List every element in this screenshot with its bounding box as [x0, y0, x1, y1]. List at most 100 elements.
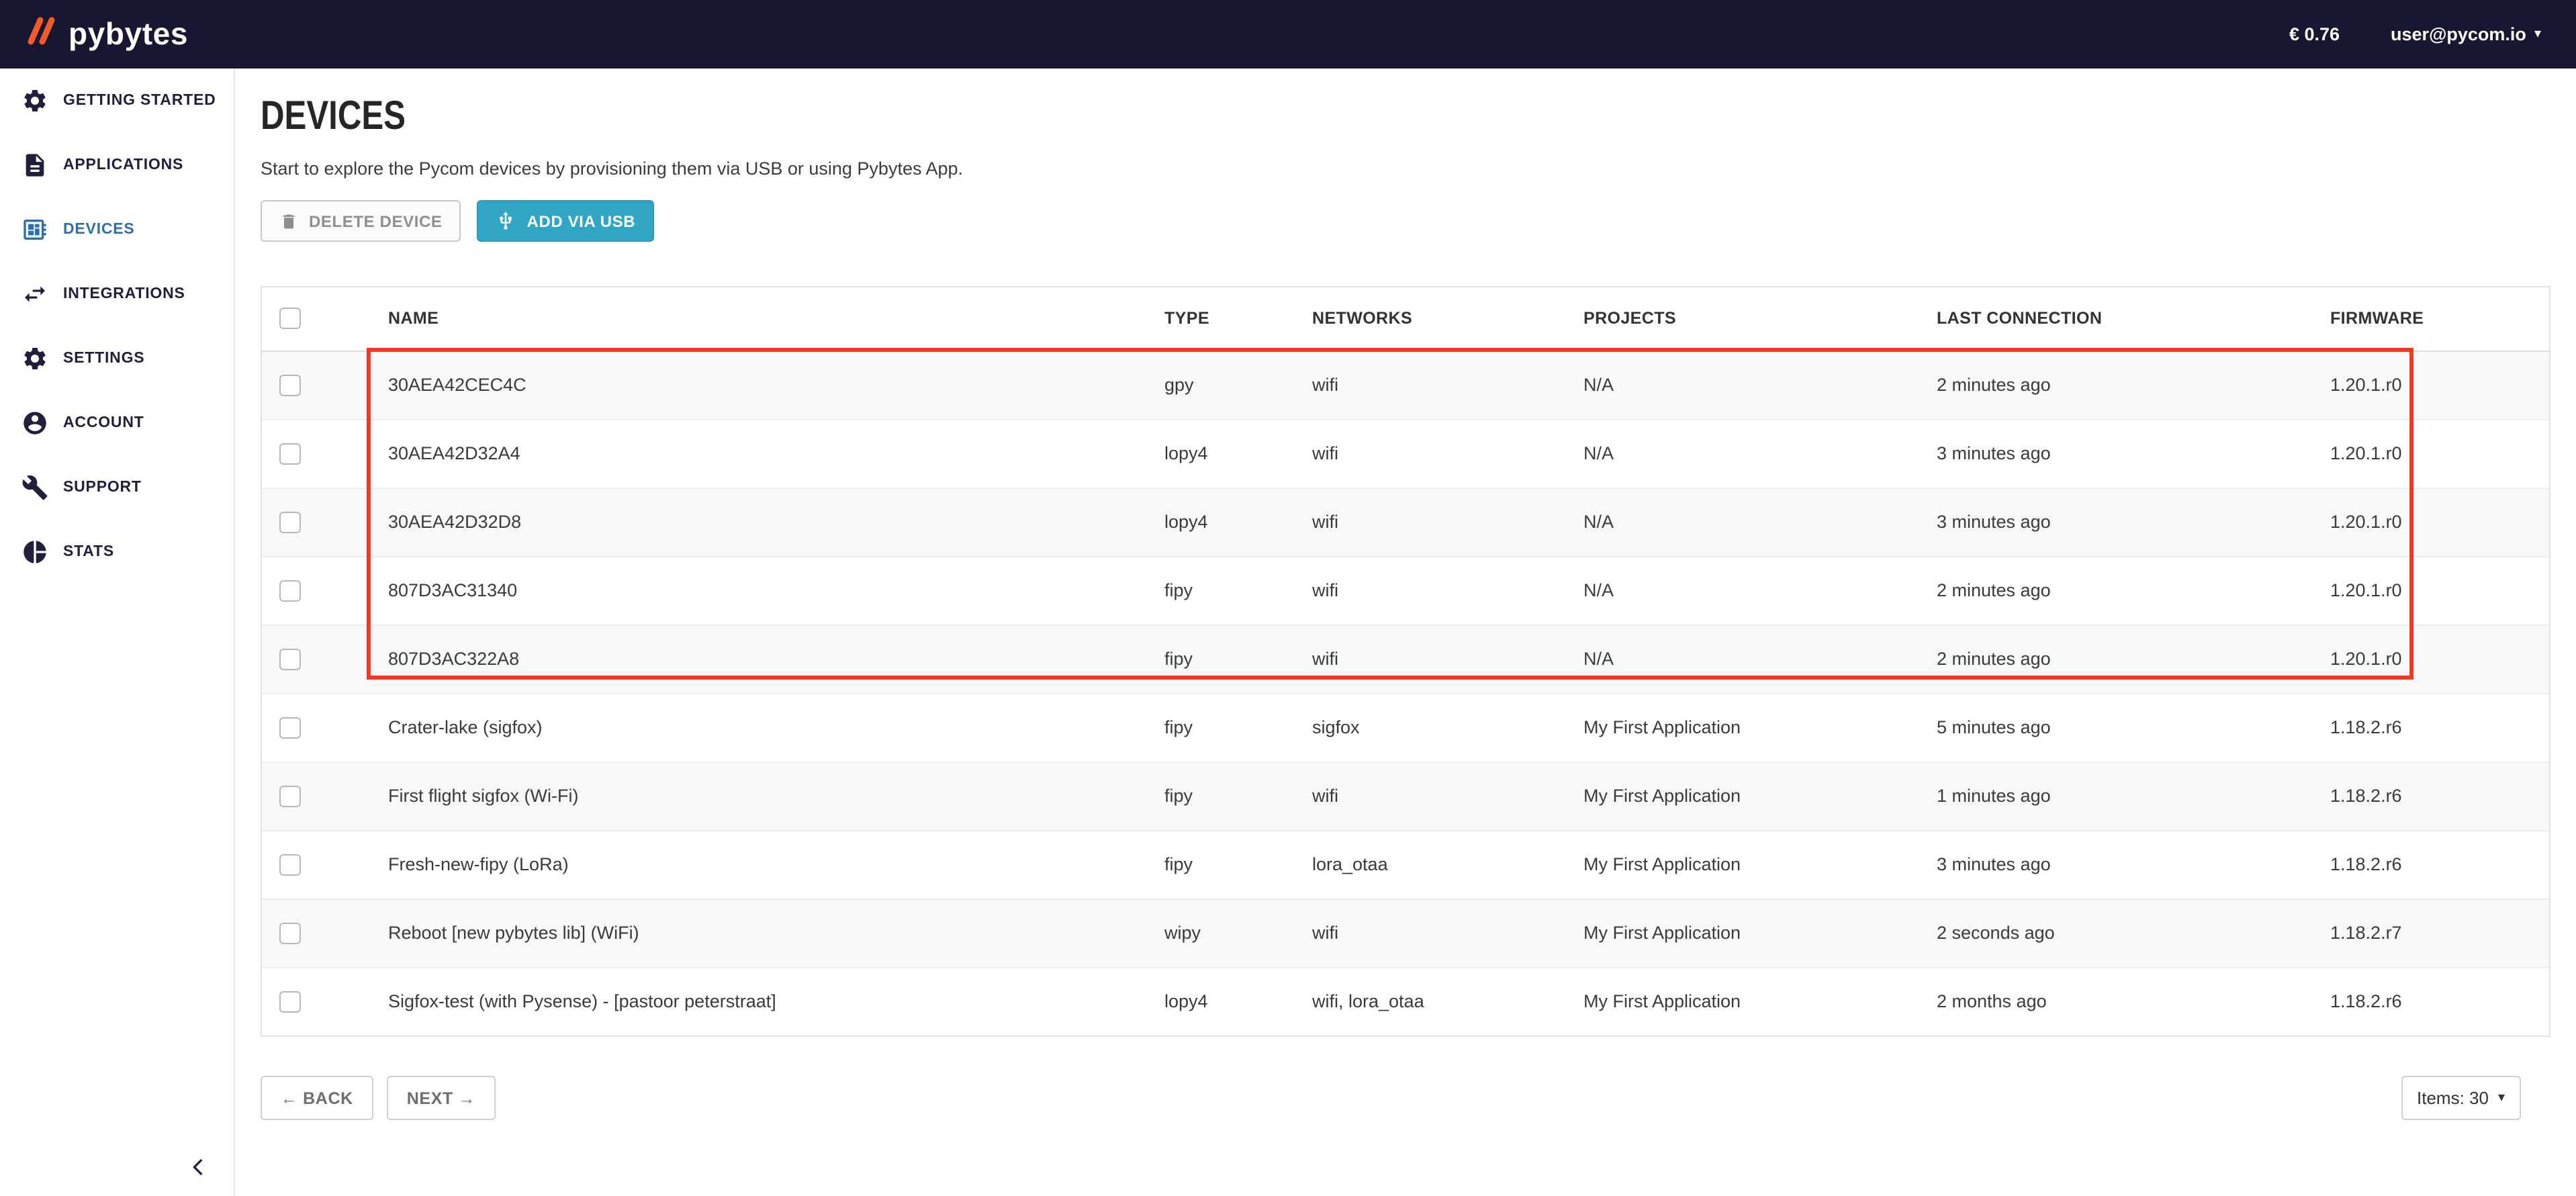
add-via-usb-button[interactable]: ADD VIA USB — [477, 200, 655, 242]
device-row[interactable]: 30AEA42D32A4lopy4wifiN/A3 minutes ago1.2… — [262, 419, 2549, 488]
cell-projects: My First Application — [1583, 830, 1937, 899]
row-checkbox[interactable] — [279, 991, 301, 1013]
items-per-page-dropdown[interactable]: Items: 30 ▾ — [2401, 1076, 2521, 1120]
sidebar-item-label: STATS — [63, 544, 114, 560]
row-checkbox[interactable] — [279, 648, 301, 670]
column-header-name: NAME — [367, 287, 1164, 351]
row-checkbox-cell — [262, 899, 367, 967]
cell-type: fipy — [1164, 830, 1312, 899]
sidebar-item-integrations[interactable]: INTEGRATIONS — [0, 262, 234, 326]
cell-firmware: 1.18.2.r6 — [2314, 693, 2549, 762]
brand-name: pybytes — [68, 16, 188, 52]
topbar-right: € 0.76 user@pycom.io ▾ — [2289, 24, 2541, 44]
sidebar-item-applications[interactable]: APPLICATIONS — [0, 133, 234, 197]
cell-projects: N/A — [1583, 625, 1937, 693]
user-menu[interactable]: user@pycom.io ▾ — [2391, 24, 2541, 44]
cell-networks: wifi — [1312, 899, 1583, 967]
row-checkbox[interactable] — [279, 580, 301, 601]
row-checkbox[interactable] — [279, 854, 301, 875]
cell-networks: wifi — [1312, 556, 1583, 625]
sidebar-item-account[interactable]: ACCOUNT — [0, 391, 234, 455]
devices-icon — [21, 216, 48, 243]
cell-last: 2 minutes ago — [1937, 625, 2314, 693]
back-button[interactable]: ← BACK — [261, 1076, 373, 1120]
row-checkbox-cell — [262, 351, 367, 419]
sidebar-item-label: INTEGRATIONS — [63, 286, 185, 302]
cell-type: fipy — [1164, 556, 1312, 625]
cell-networks: wifi — [1312, 762, 1583, 830]
row-checkbox[interactable] — [279, 374, 301, 396]
devices-table-wrap: NAMETYPENETWORKSPROJECTSLAST CONNECTIONF… — [261, 286, 2550, 1037]
cell-last: 3 minutes ago — [1937, 830, 2314, 899]
cell-firmware: 1.20.1.r0 — [2314, 488, 2549, 556]
cell-networks: wifi, lora_otaa — [1312, 967, 1583, 1036]
row-checkbox-cell — [262, 625, 367, 693]
device-row[interactable]: 807D3AC31340fipywifiN/A2 minutes ago1.20… — [262, 556, 2549, 625]
row-checkbox[interactable] — [279, 922, 301, 944]
sidebar-item-devices[interactable]: DEVICES — [0, 197, 234, 262]
cell-projects: My First Application — [1583, 967, 1937, 1036]
row-checkbox[interactable] — [279, 443, 301, 464]
sidebar-item-label: SETTINGS — [63, 351, 144, 367]
cell-networks: wifi — [1312, 625, 1583, 693]
table-header-row: NAMETYPENETWORKSPROJECTSLAST CONNECTIONF… — [262, 287, 2549, 351]
integrations-icon — [21, 281, 48, 308]
pie-chart-icon — [21, 539, 48, 565]
column-header-type: TYPE — [1164, 287, 1312, 351]
row-checkbox-cell — [262, 556, 367, 625]
cell-projects: N/A — [1583, 351, 1937, 419]
cell-last: 1 minutes ago — [1937, 762, 2314, 830]
sidebar-item-label: GETTING STARTED — [63, 93, 216, 109]
row-checkbox[interactable] — [279, 511, 301, 533]
cell-projects: My First Application — [1583, 693, 1937, 762]
cell-firmware: 1.20.1.r0 — [2314, 351, 2549, 419]
cell-projects: N/A — [1583, 419, 1937, 488]
device-row[interactable]: Crater-lake (sigfox)fipysigfoxMy First A… — [262, 693, 2549, 762]
cell-name: 807D3AC31340 — [367, 556, 1164, 625]
row-checkbox[interactable] — [279, 785, 301, 807]
cell-last: 3 minutes ago — [1937, 488, 2314, 556]
sidebar-item-label: SUPPORT — [63, 479, 142, 496]
cell-type: lopy4 — [1164, 488, 1312, 556]
row-checkbox-cell — [262, 693, 367, 762]
gear-icon — [21, 87, 48, 114]
device-row[interactable]: First flight sigfox (Wi-Fi)fipywifiMy Fi… — [262, 762, 2549, 830]
select-all-checkbox[interactable] — [279, 308, 301, 330]
cell-name: Sigfox-test (with Pysense) - [pastoor pe… — [367, 967, 1164, 1036]
next-button[interactable]: NEXT → — [387, 1076, 496, 1120]
device-table-body: 30AEA42CEC4CgpywifiN/A2 minutes ago1.20.… — [262, 351, 2549, 1036]
cell-type: wipy — [1164, 899, 1312, 967]
select-all-header-cell — [262, 287, 367, 351]
pycom-slashes-icon — [23, 13, 58, 55]
cell-name: First flight sigfox (Wi-Fi) — [367, 762, 1164, 830]
sidebar-item-support[interactable]: SUPPORT — [0, 455, 234, 520]
device-row[interactable]: Reboot [new pybytes lib] (WiFi)wipywifiM… — [262, 899, 2549, 967]
cell-name: 30AEA42D32D8 — [367, 488, 1164, 556]
device-row[interactable]: Sigfox-test (with Pysense) - [pastoor pe… — [262, 967, 2549, 1036]
sidebar-item-stats[interactable]: STATS — [0, 520, 234, 584]
usb-icon — [496, 211, 516, 231]
pybytes-logo[interactable]: pybytes — [23, 13, 188, 55]
device-row[interactable]: 30AEA42D32D8lopy4wifiN/A3 minutes ago1.2… — [262, 488, 2549, 556]
wrench-icon — [21, 474, 48, 501]
topbar: pybytes € 0.76 user@pycom.io ▾ — [0, 0, 2576, 68]
cell-last: 2 minutes ago — [1937, 556, 2314, 625]
cell-last: 2 months ago — [1937, 967, 2314, 1036]
sidebar-item-getting-started[interactable]: GETTING STARTED — [0, 68, 234, 133]
device-row[interactable]: 807D3AC322A8fipywifiN/A2 minutes ago1.20… — [262, 625, 2549, 693]
cell-type: fipy — [1164, 625, 1312, 693]
cell-firmware: 1.20.1.r0 — [2314, 556, 2549, 625]
sidebar-item-settings[interactable]: SETTINGS — [0, 326, 234, 391]
row-checkbox[interactable] — [279, 717, 301, 738]
cell-projects: My First Application — [1583, 762, 1937, 830]
delete-device-button[interactable]: DELETE DEVICE — [261, 200, 461, 242]
cell-networks: wifi — [1312, 351, 1583, 419]
sidebar-collapse-button[interactable] — [185, 1153, 212, 1180]
device-row[interactable]: Fresh-new-fipy (LoRa)fipylora_otaaMy Fir… — [262, 830, 2549, 899]
cell-name: Fresh-new-fipy (LoRa) — [367, 830, 1164, 899]
device-row[interactable]: 30AEA42CEC4CgpywifiN/A2 minutes ago1.20.… — [262, 351, 2549, 419]
cell-firmware: 1.20.1.r0 — [2314, 419, 2549, 488]
delete-device-label: DELETE DEVICE — [309, 212, 443, 230]
cell-networks: wifi — [1312, 488, 1583, 556]
row-checkbox-cell — [262, 762, 367, 830]
